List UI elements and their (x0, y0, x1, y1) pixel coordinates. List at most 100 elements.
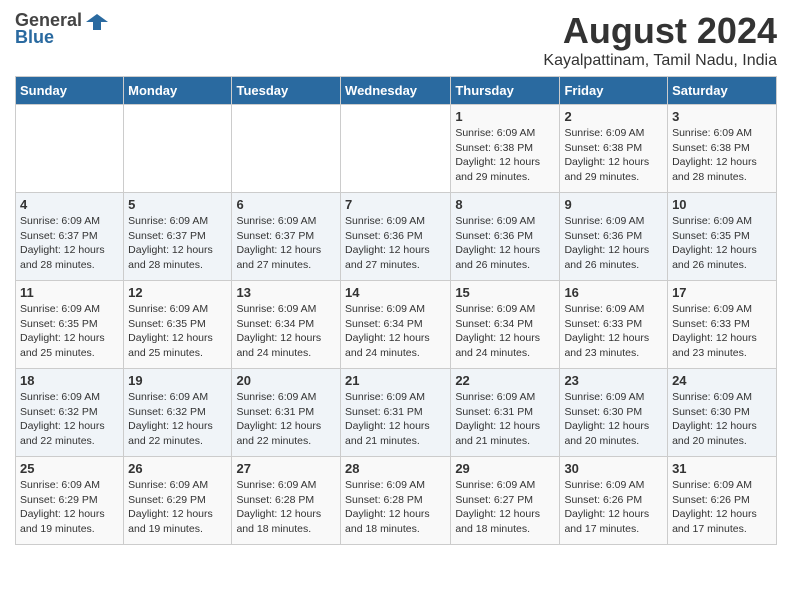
calendar-day-header: Friday (560, 77, 668, 105)
calendar-cell: 2 Sunrise: 6:09 AM Sunset: 6:38 PM Daylig… (560, 105, 668, 193)
cell-info: Sunrise: 6:09 AM Sunset: 6:26 PM Dayligh… (672, 478, 772, 537)
cell-day-number: 20 (236, 373, 336, 388)
cell-day-number: 16 (564, 285, 663, 300)
calendar-cell: 13Sunrise: 6:09 AM Sunset: 6:34 PM Dayli… (232, 281, 341, 369)
calendar-cell: 15Sunrise: 6:09 AM Sunset: 6:34 PM Dayli… (451, 281, 560, 369)
calendar-day-header: Wednesday (341, 77, 451, 105)
calendar-cell: 31 Sunrise: 6:09 AM Sunset: 6:26 PM Dayli… (668, 457, 777, 545)
logo-bird-icon (86, 12, 108, 30)
calendar-cell: 3 Sunrise: 6:09 AM Sunset: 6:38 PM Daylig… (668, 105, 777, 193)
cell-day-number: 31 (672, 461, 772, 476)
calendar-week-row: 18 Sunrise: 6:09 AM Sunset: 6:32 PM Dayli… (16, 369, 777, 457)
calendar-cell: 4 Sunrise: 6:09 AM Sunset: 6:37 PM Daylig… (16, 193, 124, 281)
cell-info: Sunrise: 6:09 AM Sunset: 6:32 PM Dayligh… (20, 390, 119, 449)
cell-info: Sunrise: 6:09 AM Sunset: 6:35 PM Dayligh… (20, 302, 119, 361)
logo: General Blue (15, 10, 108, 48)
calendar-cell: 25Sunrise: 6:09 AM Sunset: 6:29 PM Dayli… (16, 457, 124, 545)
calendar-cell: 21 Sunrise: 6:09 AM Sunset: 6:31 PM Dayli… (341, 369, 451, 457)
title-area: August 2024 Kayalpattinam, Tamil Nadu, I… (543, 10, 777, 70)
cell-info: Sunrise: 6:09 AM Sunset: 6:35 PM Dayligh… (128, 302, 227, 361)
cell-info: Sunrise: 6:09 AM Sunset: 6:31 PM Dayligh… (236, 390, 336, 449)
cell-info: Sunrise: 6:09 AM Sunset: 6:36 PM Dayligh… (455, 214, 555, 273)
cell-info: Sunrise: 6:09 AM Sunset: 6:27 PM Dayligh… (455, 478, 555, 537)
cell-day-number: 30 (564, 461, 663, 476)
calendar-week-row: 25Sunrise: 6:09 AM Sunset: 6:29 PM Dayli… (16, 457, 777, 545)
calendar-cell: 12 Sunrise: 6:09 AM Sunset: 6:35 PM Dayli… (124, 281, 232, 369)
month-title: August 2024 (543, 10, 777, 52)
cell-day-number: 24 (672, 373, 772, 388)
calendar-cell: 17 Sunrise: 6:09 AM Sunset: 6:33 PM Dayli… (668, 281, 777, 369)
cell-info: Sunrise: 6:09 AM Sunset: 6:37 PM Dayligh… (20, 214, 119, 273)
cell-day-number: 3 (672, 109, 772, 124)
cell-info: Sunrise: 6:09 AM Sunset: 6:37 PM Dayligh… (128, 214, 227, 273)
calendar-cell: 22 Sunrise: 6:09 AM Sunset: 6:31 PM Dayli… (451, 369, 560, 457)
cell-day-number: 27 (236, 461, 336, 476)
cell-info: Sunrise: 6:09 AM Sunset: 6:38 PM Dayligh… (564, 126, 663, 185)
cell-info: Sunrise: 6:09 AM Sunset: 6:37 PM Dayligh… (236, 214, 336, 273)
calendar-cell: 24 Sunrise: 6:09 AM Sunset: 6:30 PM Dayli… (668, 369, 777, 457)
cell-day-number: 5 (128, 197, 227, 212)
cell-info: Sunrise: 6:09 AM Sunset: 6:28 PM Dayligh… (345, 478, 446, 537)
calendar-table: SundayMondayTuesdayWednesdayThursdayFrid… (15, 76, 777, 545)
cell-day-number: 8 (455, 197, 555, 212)
calendar-cell (232, 105, 341, 193)
calendar-cell: 18 Sunrise: 6:09 AM Sunset: 6:32 PM Dayli… (16, 369, 124, 457)
cell-info: Sunrise: 6:09 AM Sunset: 6:38 PM Dayligh… (672, 126, 772, 185)
cell-info: Sunrise: 6:09 AM Sunset: 6:35 PM Dayligh… (672, 214, 772, 273)
cell-day-number: 12 (128, 285, 227, 300)
calendar-cell: 28 Sunrise: 6:09 AM Sunset: 6:28 PM Dayli… (341, 457, 451, 545)
cell-day-number: 6 (236, 197, 336, 212)
calendar-cell: 30 Sunrise: 6:09 AM Sunset: 6:26 PM Dayli… (560, 457, 668, 545)
cell-day-number: 17 (672, 285, 772, 300)
cell-info: Sunrise: 6:09 AM Sunset: 6:36 PM Dayligh… (345, 214, 446, 273)
cell-info: Sunrise: 6:09 AM Sunset: 6:36 PM Dayligh… (564, 214, 663, 273)
calendar-cell: 23Sunrise: 6:09 AM Sunset: 6:30 PM Dayli… (560, 369, 668, 457)
header: General Blue August 2024 Kayalpattinam, … (15, 10, 777, 70)
cell-day-number: 29 (455, 461, 555, 476)
calendar-cell: 11 Sunrise: 6:09 AM Sunset: 6:35 PM Dayli… (16, 281, 124, 369)
calendar-day-header: Monday (124, 77, 232, 105)
calendar-cell: 19Sunrise: 6:09 AM Sunset: 6:32 PM Dayli… (124, 369, 232, 457)
calendar-week-row: 4 Sunrise: 6:09 AM Sunset: 6:37 PM Daylig… (16, 193, 777, 281)
cell-day-number: 4 (20, 197, 119, 212)
calendar-cell: 7 Sunrise: 6:09 AM Sunset: 6:36 PM Daylig… (341, 193, 451, 281)
cell-info: Sunrise: 6:09 AM Sunset: 6:28 PM Dayligh… (236, 478, 336, 537)
calendar-header-row: SundayMondayTuesdayWednesdayThursdayFrid… (16, 77, 777, 105)
cell-day-number: 1 (455, 109, 555, 124)
cell-day-number: 21 (345, 373, 446, 388)
calendar-cell: 14Sunrise: 6:09 AM Sunset: 6:34 PM Dayli… (341, 281, 451, 369)
cell-day-number: 14 (345, 285, 446, 300)
calendar-day-header: Saturday (668, 77, 777, 105)
cell-info: Sunrise: 6:09 AM Sunset: 6:29 PM Dayligh… (128, 478, 227, 537)
calendar-cell: 20 Sunrise: 6:09 AM Sunset: 6:31 PM Dayli… (232, 369, 341, 457)
cell-info: Sunrise: 6:09 AM Sunset: 6:26 PM Dayligh… (564, 478, 663, 537)
calendar-cell (124, 105, 232, 193)
cell-info: Sunrise: 6:09 AM Sunset: 6:30 PM Dayligh… (672, 390, 772, 449)
calendar-week-row: 1 Sunrise: 6:09 AM Sunset: 6:38 PM Daylig… (16, 105, 777, 193)
location-subtitle: Kayalpattinam, Tamil Nadu, India (543, 52, 777, 70)
cell-day-number: 7 (345, 197, 446, 212)
cell-day-number: 28 (345, 461, 446, 476)
cell-day-number: 15 (455, 285, 555, 300)
cell-info: Sunrise: 6:09 AM Sunset: 6:31 PM Dayligh… (455, 390, 555, 449)
calendar-cell: 1Sunrise: 6:09 AM Sunset: 6:38 PM Daylig… (451, 105, 560, 193)
calendar-body: 1 Sunrise: 6:09 AM Sunset: 6:38 PM Daylig… (16, 105, 777, 545)
calendar-cell: 26Sunrise: 6:09 AM Sunset: 6:29 PM Dayli… (124, 457, 232, 545)
calendar-day-header: Sunday (16, 77, 124, 105)
cell-info: Sunrise: 6:09 AM Sunset: 6:33 PM Dayligh… (672, 302, 772, 361)
cell-day-number: 18 (20, 373, 119, 388)
cell-info: Sunrise: 6:09 AM Sunset: 6:30 PM Dayligh… (564, 390, 663, 449)
cell-info: Sunrise: 6:09 AM Sunset: 6:34 PM Dayligh… (236, 302, 336, 361)
cell-day-number: 19 (128, 373, 227, 388)
calendar-cell: 5 Sunrise: 6:09 AM Sunset: 6:37 PM Daylig… (124, 193, 232, 281)
calendar-cell (16, 105, 124, 193)
cell-info: Sunrise: 6:09 AM Sunset: 6:29 PM Dayligh… (20, 478, 119, 537)
calendar-cell (341, 105, 451, 193)
cell-day-number: 2 (564, 109, 663, 124)
cell-info: Sunrise: 6:09 AM Sunset: 6:31 PM Dayligh… (345, 390, 446, 449)
calendar-day-header: Tuesday (232, 77, 341, 105)
calendar-cell: 27 Sunrise: 6:09 AM Sunset: 6:28 PM Dayli… (232, 457, 341, 545)
cell-day-number: 22 (455, 373, 555, 388)
cell-day-number: 11 (20, 285, 119, 300)
logo-blue-text: Blue (15, 27, 54, 48)
